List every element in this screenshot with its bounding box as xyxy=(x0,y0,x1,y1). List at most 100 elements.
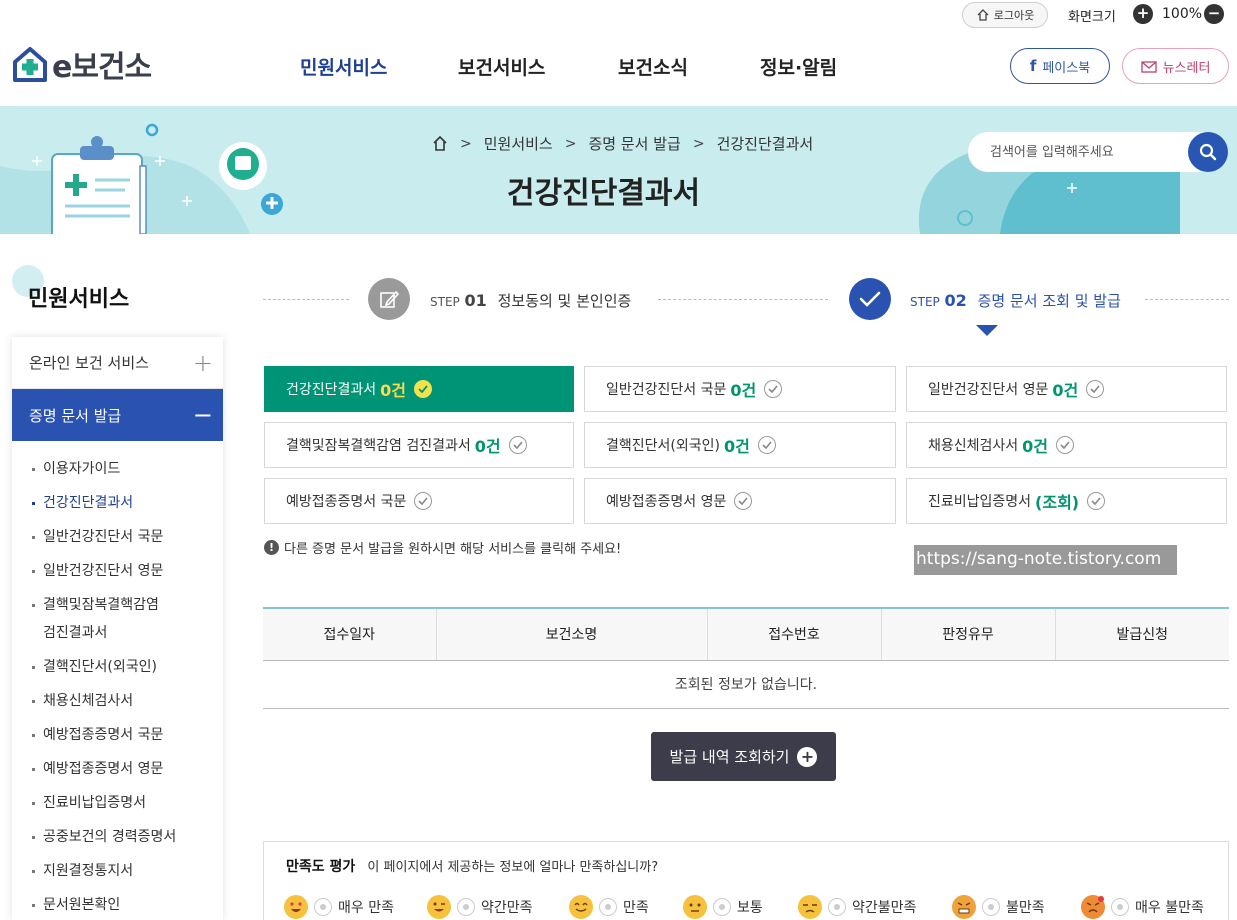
gnb-civil-service[interactable]: 민원서비스 xyxy=(300,53,387,80)
doc-vaccine-en[interactable]: 예방접종증명서 영문 xyxy=(584,478,896,524)
doc-tb-foreigner[interactable]: 결핵진단서(외국인) 0건 xyxy=(584,422,896,468)
chevron-right-icon: > xyxy=(692,135,705,152)
step-02-circle xyxy=(849,278,891,320)
doc-count: 0건 xyxy=(723,437,750,456)
doc-tb-screening[interactable]: 결핵및잠복결핵감염 검진결과서 0건 xyxy=(264,422,574,468)
plus-circle-icon: + xyxy=(797,746,818,767)
newsletter-button[interactable]: 뉴스레터 xyxy=(1122,48,1229,84)
facebook-icon: f xyxy=(1029,57,1037,75)
lnb-item-label: 온라인 보건 서비스 xyxy=(29,354,149,372)
lnb-sub-employment[interactable]: 채용신체검사서 xyxy=(12,687,223,715)
col-receipt-number: 접수번호 xyxy=(706,607,881,661)
newsletter-icon xyxy=(1140,60,1157,73)
newsletter-label: 뉴스레터 xyxy=(1162,60,1211,76)
logo-house-icon xyxy=(13,47,47,82)
satisfaction-survey: 만족도 평가 이 페이지에서 제공하는 정보에 얼마나 만족하십니까? 매우 만… xyxy=(263,841,1229,920)
site-logo[interactable]: e보건소 xyxy=(12,42,152,86)
lnb-certificate-issuance[interactable]: 증명 문서 발급 − xyxy=(12,389,223,441)
lnb-sub-public-health-career[interactable]: 공중보건의 경력증명서 xyxy=(12,823,223,851)
side-nav: 온라인 보건 서비스 + 증명 문서 발급 − 이용자가이드 건강진단결과서 일… xyxy=(12,337,223,920)
gnb-health-service[interactable]: 보건서비스 xyxy=(458,53,545,80)
logout-label: 로그아웃 xyxy=(993,9,1035,22)
check-circle-icon xyxy=(757,436,776,454)
lnb-sub-general-kr[interactable]: 일반건강진단서 국문 xyxy=(12,523,223,551)
doc-vaccine-kr[interactable]: 예방접종증명서 국문 xyxy=(264,478,574,524)
breadcrumb-item[interactable]: 건강진단결과서 xyxy=(717,133,814,154)
plus-icon: + xyxy=(192,348,213,377)
step-01-label: STEP 01 정보동의 및 본인인증 xyxy=(430,290,631,311)
lnb-sub-health-result[interactable]: 건강진단결과서 xyxy=(12,489,223,517)
doc-medical-payment[interactable]: 진료비납입증명서 (조회) xyxy=(906,478,1227,524)
logout-button[interactable]: 로그아웃 xyxy=(962,2,1048,28)
lnb-sub-vaccine-en[interactable]: 예방접종증명서 영문 xyxy=(12,755,223,783)
neutral-emoji-icon xyxy=(683,895,707,919)
page-banner: > 민원서비스 > 증명 문서 발급 > 건강진단결과서 건강진단결과서 xyxy=(0,106,1237,234)
lnb-sub-list: 이용자가이드 건강진단결과서 일반건강진단서 국문 일반건강진단서 영문 결핵및… xyxy=(12,441,223,919)
zoom-label: 화면크기 xyxy=(1068,10,1116,25)
doc-general-en[interactable]: 일반건강진단서 영문 0건 xyxy=(906,366,1227,412)
radio-button[interactable] xyxy=(982,898,1000,916)
doc-label: 예방접종증명서 영문 xyxy=(606,494,727,510)
step-prefix: STEP xyxy=(430,295,460,309)
lnb-sub-medical-payment[interactable]: 진료비납입증명서 xyxy=(12,789,223,817)
active-step-arrow-icon xyxy=(976,325,998,336)
step-text: 정보동의 및 본인인증 xyxy=(497,292,632,310)
survey-option-very-dissatisfied[interactable]: 매우 불만족 xyxy=(1081,895,1204,919)
breadcrumb-item[interactable]: 증명 문서 발급 xyxy=(588,133,680,154)
facebook-label: 페이스북 xyxy=(1042,60,1091,76)
table-row: 조회된 정보가 없습니다. xyxy=(263,660,1229,709)
lnb-sub-support-notice[interactable]: 지원결정통지서 xyxy=(12,857,223,885)
page-title: 건강진단결과서 xyxy=(506,176,701,211)
lnb-sub-original-check[interactable]: 문서원본확인 xyxy=(12,891,223,919)
option-label: 만족 xyxy=(623,900,649,916)
check-circle-icon xyxy=(1086,380,1105,398)
search-input[interactable] xyxy=(968,132,1168,172)
radio-button[interactable] xyxy=(1111,898,1129,916)
lnb-sub-user-guide[interactable]: 이용자가이드 xyxy=(12,455,223,483)
step-number: 01 xyxy=(464,291,487,310)
doc-label: 예방접종증명서 국문 xyxy=(286,494,407,510)
facebook-button[interactable]: f 페이스북 xyxy=(1010,48,1110,84)
radio-button[interactable] xyxy=(457,898,475,916)
lnb-sub-vaccine-kr[interactable]: 예방접종증명서 국문 xyxy=(12,721,223,749)
history-search-button[interactable]: 발급 내역 조회하기 + xyxy=(651,732,836,781)
gnb-health-news[interactable]: 보건소식 xyxy=(618,53,688,80)
lnb-sub-general-en[interactable]: 일반건강진단서 영문 xyxy=(12,557,223,585)
search-box xyxy=(968,132,1228,172)
lnb-sub-tb-foreigner[interactable]: 결핵진단서(외국인) xyxy=(12,653,223,681)
breadcrumb: > 민원서비스 > 증명 문서 발급 > 건강진단결과서 xyxy=(432,133,813,154)
radio-button[interactable] xyxy=(314,898,332,916)
zoom-out-button[interactable]: − xyxy=(1204,4,1224,24)
breadcrumb-item[interactable]: 민원서비스 xyxy=(484,133,553,154)
survey-option-somewhat-dissatisfied[interactable]: 약간불만족 xyxy=(798,895,916,919)
search-button[interactable] xyxy=(1188,132,1228,172)
doc-health-result[interactable]: 건강진단결과서 0건 xyxy=(264,366,574,412)
lnb-sub-tb-line2: 검진결과서 xyxy=(43,625,108,641)
history-search-label: 발급 내역 조회하기 xyxy=(669,748,790,766)
doc-general-kr[interactable]: 일반건강진단서 국문 0건 xyxy=(584,366,896,412)
radio-button[interactable] xyxy=(599,898,617,916)
radio-button[interactable] xyxy=(713,898,731,916)
gnb-info-notice[interactable]: 정보·알림 xyxy=(760,53,837,80)
chevron-right-icon: > xyxy=(564,135,577,152)
check-circle-icon xyxy=(734,492,753,510)
radio-button[interactable] xyxy=(828,898,846,916)
survey-option-very-satisfied[interactable]: 매우 만족 xyxy=(284,895,394,919)
survey-option-satisfied[interactable]: 만족 xyxy=(569,895,649,919)
survey-option-neutral[interactable]: 보통 xyxy=(683,895,763,919)
zoom-in-button[interactable]: + xyxy=(1133,4,1153,24)
check-circle-icon xyxy=(508,436,527,454)
doc-label: 결핵및잠복결핵감염 검진결과서 xyxy=(286,438,471,454)
home-icon[interactable] xyxy=(432,136,448,151)
doc-employment[interactable]: 채용신체검사서 0건 xyxy=(906,422,1227,468)
utility-bar: 로그아웃 화면크기 + 100% − xyxy=(0,0,1237,30)
lnb-online-health-service[interactable]: 온라인 보건 서비스 + xyxy=(12,337,223,389)
col-received-date: 접수일자 xyxy=(263,607,436,661)
step-prefix: STEP xyxy=(910,295,940,309)
survey-option-dissatisfied[interactable]: 불만족 xyxy=(952,895,1045,919)
lnb-sub-tb-screening[interactable]: 결핵및잠복결핵감염 검진결과서 xyxy=(12,591,223,647)
notice-text: 다른 증명 문서 발급을 원하시면 해당 서비스를 클릭해 주세요! xyxy=(284,542,622,557)
doc-label: 채용신체검사서 xyxy=(928,438,1019,454)
survey-option-somewhat-satisfied[interactable]: 약간만족 xyxy=(427,895,533,919)
survey-question: 이 페이지에서 제공하는 정보에 얼마나 만족하십니까? xyxy=(367,860,659,875)
